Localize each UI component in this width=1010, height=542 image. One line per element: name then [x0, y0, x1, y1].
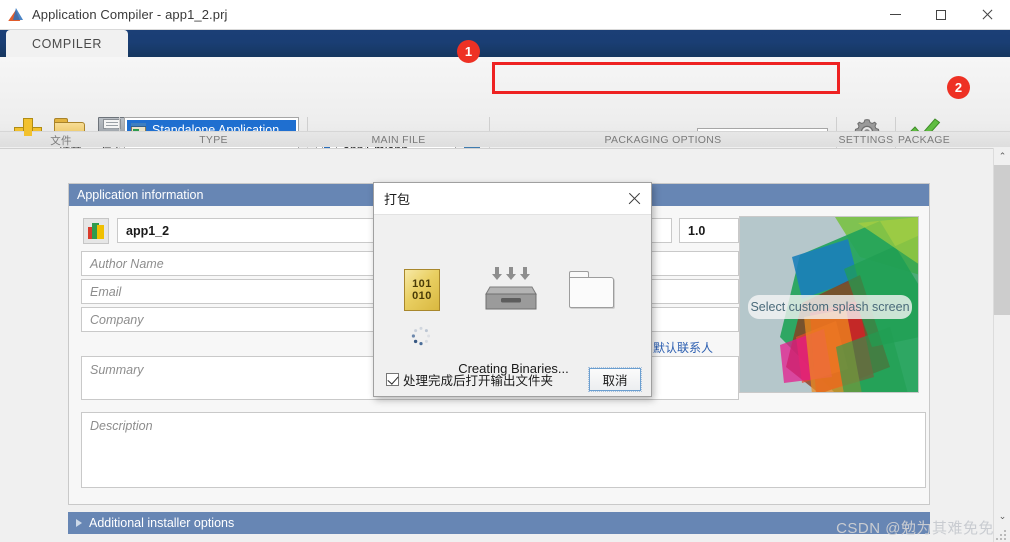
matlab-compiler-icon [8, 7, 24, 23]
binary-line-2: 010 [412, 290, 432, 302]
email-placeholder: Email [90, 284, 122, 299]
loading-spinner-icon [410, 325, 432, 347]
open-output-folder-label: 处理完成后打开输出文件夹 [403, 373, 554, 388]
minimize-icon [889, 14, 901, 15]
summary-placeholder: Summary [90, 363, 144, 377]
scroll-up-button[interactable]: ⌃ [994, 148, 1010, 165]
packaging-progress-dialog: 打包 101 010 Creating Binaries... 处理完成后打开输… [373, 182, 652, 397]
scroll-thumb[interactable] [994, 165, 1010, 315]
dialog-title: 打包 [384, 192, 411, 207]
close-icon [982, 9, 993, 20]
resize-grip-icon[interactable] [996, 528, 1008, 540]
version-input[interactable]: 1.0 [679, 218, 739, 243]
app-icon-button[interactable] [83, 218, 109, 244]
title-bar: Application Compiler - app1_2.prj [0, 0, 1010, 30]
description-input[interactable]: Description [81, 412, 926, 488]
group-label-file: 文件 [50, 134, 72, 147]
archive-download-icon [484, 265, 538, 313]
maximize-icon [936, 9, 946, 20]
application-compiler-window: Application Compiler - app1_2.prj COMPIL… [0, 0, 1010, 542]
window-title: Application Compiler - app1_2.prj [32, 7, 228, 22]
matlab-app-icon [88, 223, 105, 240]
minimize-button[interactable] [872, 0, 918, 30]
watermark-text: CSDN @勉为其难免免 [836, 520, 994, 537]
group-label-type: TYPE [199, 134, 228, 146]
chevron-right-icon [76, 519, 82, 527]
binary-101-010-icon: 101 010 [404, 269, 440, 311]
ribbon-tab-bar: COMPILER » MBeauty: Format ... [0, 30, 1010, 81]
additional-installer-options-label: Additional installer options [89, 516, 235, 530]
cancel-button[interactable]: 取消 [588, 366, 642, 392]
app-name-value: app1_2 [126, 223, 170, 238]
annotation-badge-1: 1 [457, 40, 480, 63]
close-icon [628, 192, 641, 205]
ribbon-group-labels: 文件 TYPE MAIN FILE PACKAGING OPTIONS SETT… [0, 131, 1010, 276]
folder-icon [569, 271, 615, 309]
author-name-placeholder: Author Name [90, 256, 164, 271]
group-label-main-file: MAIN FILE [371, 134, 426, 146]
company-placeholder: Company [90, 312, 144, 327]
scroll-down-button[interactable]: ⌄ [994, 508, 1010, 525]
binary-line-1: 101 [412, 278, 432, 290]
version-value: 1.0 [688, 223, 706, 238]
dialog-close-button[interactable] [617, 183, 651, 215]
tab-compiler[interactable]: COMPILER [6, 30, 128, 57]
group-label-settings: SETTINGS [838, 134, 894, 146]
maximize-button[interactable] [918, 0, 964, 30]
splash-screen-label: Select custom splash screen [748, 295, 912, 319]
additional-installer-options-section[interactable]: Additional installer options [68, 512, 930, 534]
splash-screen-preview[interactable]: Select custom splash screen [739, 216, 919, 393]
close-button[interactable] [964, 0, 1010, 30]
open-output-folder-checkbox[interactable] [386, 372, 399, 386]
description-placeholder: Description [90, 419, 153, 433]
dialog-title-bar: 打包 [374, 183, 651, 215]
dialog-footer: 处理完成后打开输出文件夹 取消 [374, 362, 653, 396]
group-label-packaging: PACKAGING OPTIONS [604, 134, 722, 146]
annotation-badge-2: 2 [947, 76, 970, 99]
window-controls [872, 0, 1010, 30]
vertical-scrollbar[interactable]: ⌃ ⌄ [993, 148, 1010, 542]
group-label-package: PACKAGE [897, 134, 951, 146]
